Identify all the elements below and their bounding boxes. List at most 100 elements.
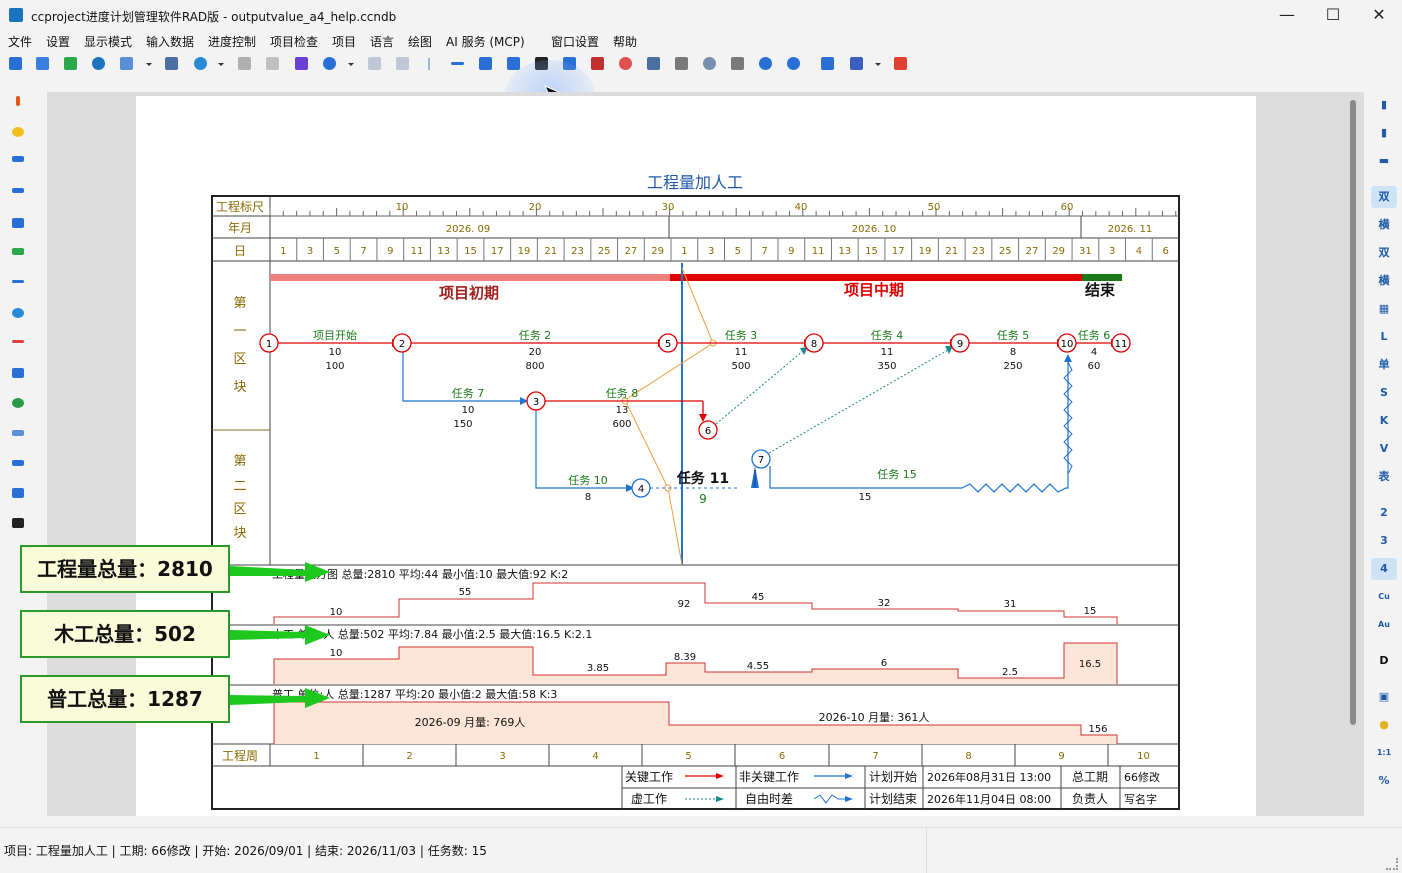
zone1-char: 一: [233, 324, 246, 339]
hist1-value: 10: [330, 607, 343, 618]
status-divider: [926, 828, 927, 873]
legend-plan-end-value: 2026年11月04日 08:00: [927, 792, 1051, 806]
callout-quantity-total: 工程量总量：2810: [20, 545, 230, 593]
hist1-value: 15: [1084, 606, 1097, 617]
svg-text:4: 4: [1091, 347, 1097, 358]
task-name: 项目开始: [313, 328, 357, 342]
legend-plan-start-label: 计划开始: [869, 770, 917, 784]
node-6: 6: [705, 426, 711, 437]
zone1-char: 第: [233, 296, 246, 311]
day-cell: 17: [892, 246, 905, 257]
day-cell: 17: [491, 246, 504, 257]
hist3-month-sum: 2026-09 月量: 769人: [415, 716, 526, 729]
svg-text:60: 60: [1088, 361, 1101, 372]
task-11-name: 任务 11: [676, 470, 729, 487]
phase-bar-early: [270, 274, 670, 281]
week-row: 1 2 3 4 5 6 7 8 9 10: [313, 744, 1150, 766]
task-name: 任务 8: [606, 387, 639, 400]
month-label: 年月: [228, 221, 252, 235]
day-cell: 21: [544, 246, 557, 257]
day-cell: 1: [681, 246, 687, 257]
node-11: 11: [1115, 339, 1128, 350]
day-cell: 3: [1109, 246, 1115, 257]
svg-text:8: 8: [585, 492, 591, 503]
svg-text:8: 8: [1010, 347, 1016, 358]
hist2-value: 6: [881, 658, 887, 669]
day-cell: 7: [761, 246, 767, 257]
svg-text:150: 150: [453, 419, 472, 430]
legend-owner-label: 负责人: [1072, 792, 1108, 806]
hist2-value: 2.5: [1002, 667, 1018, 678]
day-cell: 29: [651, 246, 664, 257]
network-diagram: 工程量加人工 工程标尺 年月 日 10 20 30 40 50 60 2026.…: [211, 173, 1180, 810]
node-4: 4: [638, 484, 644, 495]
resize-grip-icon[interactable]: [1386, 858, 1398, 870]
svg-text:10: 10: [462, 405, 475, 416]
svg-text:100: 100: [325, 361, 344, 372]
legend-dummy: 虚工作: [631, 792, 667, 806]
scale-tick-30: 30: [662, 202, 675, 213]
day-cell: 13: [838, 246, 851, 257]
week-cell: 2: [406, 751, 412, 762]
zone1-char: 区: [233, 352, 246, 367]
task-name: 任务 10: [568, 474, 608, 487]
week-cell: 8: [965, 751, 971, 762]
svg-text:10: 10: [329, 347, 342, 358]
day-label: 日: [234, 244, 246, 258]
histogram3-bars: [273, 701, 1118, 744]
day-cell: 15: [865, 246, 878, 257]
legend-duration-label: 总工期: [1072, 770, 1108, 784]
day-row: 1 3 5 7 9 11 13 15 17 19 21 23 25 27 29 1 3 5 7 9 11 13 15 17 19…: [280, 238, 1169, 261]
week-cell: 7: [872, 751, 878, 762]
svg-text:20: 20: [529, 347, 542, 358]
scale-tick-40: 40: [795, 202, 808, 213]
phase-bar-end: [1082, 274, 1122, 281]
day-cell: 3: [307, 246, 313, 257]
node-7: 7: [758, 455, 764, 466]
phase-label-middle: 项目中期: [844, 281, 904, 299]
week-cell: 5: [685, 751, 691, 762]
zone2-char: 第: [233, 454, 246, 469]
day-cell: 5: [334, 246, 340, 257]
hist3-value: 156: [1088, 724, 1107, 735]
zone2-char: 二: [233, 479, 246, 494]
legend-owner-value: 写名字: [1124, 792, 1157, 806]
day-cell: 9: [387, 246, 393, 257]
week-cell: 9: [1058, 751, 1064, 762]
month-sep: 2026. 09: [446, 224, 491, 235]
task-name: 任务 2: [519, 329, 552, 342]
legend-duration-value: 66修改: [1124, 770, 1160, 784]
scale-tick-20: 20: [529, 202, 542, 213]
week-cell: 10: [1137, 751, 1150, 762]
hist2-value: 3.85: [587, 663, 609, 674]
svg-text:600: 600: [612, 419, 631, 430]
legend-non-critical: 非关键工作: [739, 770, 799, 784]
scale-label: 工程标尺: [216, 199, 264, 214]
hist1-value: 92: [678, 599, 691, 610]
day-cell: 21: [945, 246, 958, 257]
chart-title: 工程量加人工: [647, 173, 743, 192]
adjust-line: [624, 267, 714, 566]
day-cell: 31: [1079, 246, 1092, 257]
day-cell: 7: [360, 246, 366, 257]
day-cell: 1: [280, 246, 286, 257]
day-cell: 5: [735, 246, 741, 257]
phase-label-end: 结束: [1085, 281, 1116, 299]
month-oct: 2026. 10: [852, 224, 897, 235]
zone2-char: 区: [233, 502, 246, 517]
callout-laborer-total: 普工总量：1287: [20, 675, 230, 723]
zone1-char: 块: [233, 380, 246, 395]
svg-text:250: 250: [1003, 361, 1022, 372]
svg-text:15: 15: [859, 492, 872, 503]
scale-tick-60: 60: [1061, 202, 1074, 213]
legend-critical: 关键工作: [625, 770, 673, 784]
hist1-value: 55: [459, 587, 472, 598]
status-text: 项目: 工程量加人工 | 工期: 66修改 | 开始: 2026/09/01 |…: [4, 844, 487, 858]
svg-text:800: 800: [525, 361, 544, 372]
hist2-value: 10: [330, 648, 343, 659]
day-cell: 27: [625, 246, 638, 257]
node-2: 2: [399, 339, 405, 350]
hist1-value: 32: [878, 598, 891, 609]
day-cell: 27: [1026, 246, 1039, 257]
svg-text:11: 11: [735, 347, 748, 358]
